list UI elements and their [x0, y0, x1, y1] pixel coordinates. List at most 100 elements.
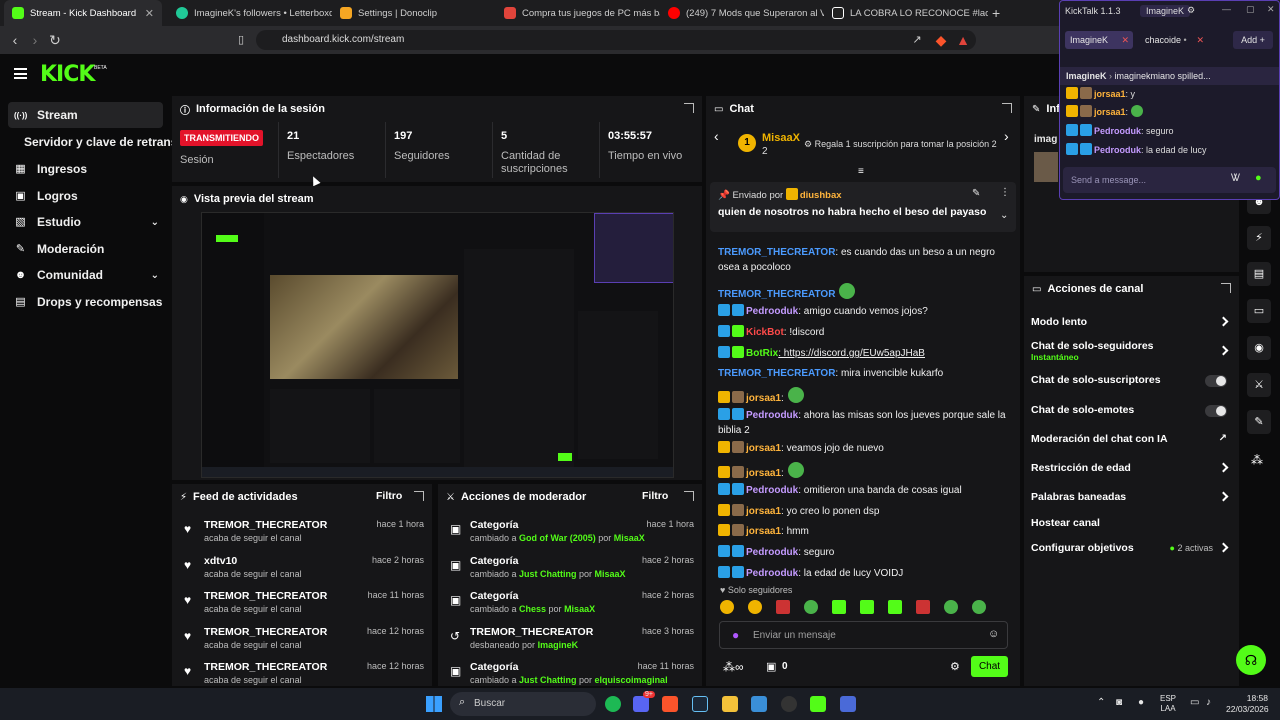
tab-donoclip[interactable]: Settings | Donoclip — [332, 0, 496, 26]
gift-sub-text[interactable]: ⚙ Regala 1 suscripción para tomar la pos… — [804, 139, 997, 150]
emoji-icon[interactable]: ☺ — [988, 628, 999, 640]
chat-username[interactable]: TREMOR_THECREATOR — [718, 289, 835, 300]
tray-clock[interactable]: 18:58 22/03/2026 — [1226, 693, 1269, 715]
pinned-by-user[interactable]: diushbax — [800, 190, 842, 201]
rail-doc-icon[interactable]: ▤ — [1247, 262, 1271, 286]
sidebar-item-drops[interactable]: ▤ Drops y recompensas — [8, 289, 163, 315]
obs-icon[interactable] — [781, 696, 797, 712]
kick-app-icon[interactable] — [810, 696, 826, 712]
kicktalk-account[interactable]: ImagineK — [1140, 5, 1191, 17]
close-icon[interactable]: ✕ — [1267, 4, 1275, 15]
leaderboard-next-icon[interactable]: › — [1004, 128, 1009, 144]
emote-icon[interactable] — [832, 600, 846, 614]
send-chat-button[interactable]: Chat — [971, 656, 1008, 677]
tray-discord-icon[interactable]: ◙ — [1116, 697, 1122, 708]
kicktalk-tab-imaginek[interactable]: ImagineK ✕ — [1065, 31, 1133, 49]
chat-username[interactable]: Pedrooduk — [746, 485, 798, 496]
forward-icon[interactable]: › — [26, 31, 44, 49]
steam-icon[interactable] — [692, 696, 708, 712]
kicktalk-tab-chacoide[interactable]: chacoide • ✕ — [1140, 31, 1208, 49]
maximize-icon[interactable]: ▢ — [1246, 4, 1255, 15]
stream-video[interactable] — [201, 212, 674, 478]
kicktalk-add-button[interactable]: Add + — [1233, 31, 1273, 49]
tab-youtube[interactable]: (249) 7 Mods que Superaron al Vide — [660, 0, 824, 26]
banned-words-row[interactable]: Palabras baneadas — [1031, 491, 1229, 509]
subscribers-only-row[interactable]: Chat de solo-suscriptores — [1031, 374, 1227, 392]
leaderboard-prev-icon[interactable]: ‹ — [714, 128, 719, 144]
emote-icon[interactable] — [888, 600, 902, 614]
bookmark-icon[interactable]: ▯ — [232, 31, 250, 49]
emotes-only-toggle[interactable] — [1205, 405, 1227, 417]
close-tab-icon[interactable]: ✕ — [145, 7, 154, 20]
sidebar-item-studio[interactable]: ▧ Estudio ⌄ — [8, 209, 163, 235]
filter-toggle-icon[interactable]: ≡ — [858, 166, 864, 177]
chat-username[interactable]: TREMOR_THECREATOR — [718, 368, 835, 379]
feed-user[interactable]: TREMOR_THECREATOR — [204, 519, 327, 531]
translate-icon[interactable]: Ꮤ — [1231, 173, 1241, 184]
popout-icon[interactable] — [414, 491, 424, 501]
brave-icon[interactable] — [662, 696, 678, 712]
tray-mic-icon[interactable]: ● — [1138, 697, 1144, 708]
settings-icon[interactable]: ⚙ — [950, 660, 960, 673]
gift-icon[interactable]: ▣ — [766, 660, 776, 673]
close-icon[interactable]: ✕ — [1121, 31, 1129, 49]
chat-username[interactable]: jorsaa1 — [746, 393, 781, 404]
emoji-icon[interactable]: ● — [1255, 172, 1262, 184]
rail-sword-icon[interactable]: ⚔ — [1247, 373, 1271, 397]
tab-tiktok[interactable]: LA COBRA LO RECONOCE #lacobra # — [824, 0, 988, 26]
tab-letterboxd[interactable]: ImagineK's followers • Letterboxd — [168, 0, 332, 26]
back-icon[interactable]: ‹ — [6, 31, 24, 49]
chat-username[interactable]: Pedrooduk — [746, 547, 798, 558]
menu-icon[interactable] — [14, 68, 27, 79]
discord-icon[interactable] — [633, 696, 649, 712]
sidebar-item-moderation[interactable]: ✎ Moderación — [8, 236, 163, 262]
chat-username[interactable]: Pedrooduk — [746, 568, 798, 579]
url-field[interactable]: dashboard.kick.com/stream — [256, 30, 976, 50]
popout-icon[interactable] — [1002, 103, 1012, 113]
rail-chat-icon[interactable]: ▭ — [1247, 299, 1271, 323]
spotify-icon[interactable] — [605, 696, 621, 712]
top-gifter-name[interactable]: MisaaX — [762, 132, 800, 144]
emote-icon[interactable] — [860, 600, 874, 614]
reload-icon[interactable]: ↻ — [46, 31, 64, 49]
taskbar-search[interactable]: ⌕ Buscar — [450, 692, 596, 716]
rail-bolt-icon[interactable]: ⚡ — [1247, 226, 1271, 250]
filter-button[interactable]: Filtro — [376, 490, 402, 502]
ai-moderation-row[interactable]: Moderación del chat con IA ↗ — [1031, 433, 1227, 451]
rail-wrench-icon[interactable]: ✎ — [1247, 410, 1271, 434]
chat-input[interactable]: ● Enviar un mensaje ☺ — [719, 621, 1008, 649]
feed-user[interactable]: TREMOR_THECREATOR — [204, 661, 327, 673]
chevron-down-icon[interactable]: ⌄ — [1000, 210, 1008, 221]
rail-stream-icon[interactable]: ◉ — [1247, 336, 1271, 360]
kick-logo[interactable]: KICK — [40, 62, 95, 87]
gear-icon[interactable]: ⚙ — [1187, 5, 1195, 16]
tab-games-store[interactable]: Compra tus juegos de PC más barat — [496, 0, 660, 26]
tray-network-icon[interactable]: ▭ — [1190, 697, 1199, 708]
more-options-icon[interactable]: ⋮ — [1000, 187, 1010, 198]
brave-shield-icon[interactable]: ◆ — [932, 31, 950, 49]
emote-icon[interactable] — [972, 600, 986, 614]
sidebar-item-revenue[interactable]: ▦ Ingresos — [8, 156, 163, 182]
help-button-icon[interactable]: ☊ — [1236, 645, 1266, 675]
feed-user[interactable]: TREMOR_THECREATOR — [204, 626, 327, 638]
vpn-icon[interactable] — [840, 696, 856, 712]
chat-username[interactable]: KickBot — [746, 327, 784, 338]
emotes-only-row[interactable]: Chat de solo-emotes — [1031, 404, 1227, 422]
chat-username[interactable]: jorsaa1 — [746, 506, 781, 517]
filter-button[interactable]: Filtro — [642, 490, 668, 502]
sidebar-item-server-key[interactable]: Servidor y clave de retransmisión — [8, 129, 172, 155]
folder-icon[interactable] — [722, 696, 738, 712]
subscribers-only-toggle[interactable] — [1205, 375, 1227, 387]
sidebar-item-stream[interactable]: ((·)) Stream — [8, 102, 163, 128]
notice-user[interactable]: ImagineK — [1066, 71, 1107, 81]
emote-icon[interactable] — [916, 600, 930, 614]
sidebar-item-achievements[interactable]: ▣ Logros — [8, 183, 163, 209]
microphone-icon[interactable]: ● — [732, 628, 739, 642]
chat-username[interactable]: jorsaa1 — [746, 526, 781, 537]
share-icon[interactable]: ↗ — [908, 31, 926, 49]
close-icon[interactable]: ✕ — [1196, 31, 1204, 49]
tray-chevron-icon[interactable]: ⌃ — [1097, 697, 1105, 708]
emote-icon[interactable] — [720, 600, 734, 614]
host-channel-row[interactable]: Hostear canal — [1031, 517, 1227, 535]
popout-icon[interactable] — [684, 491, 694, 501]
